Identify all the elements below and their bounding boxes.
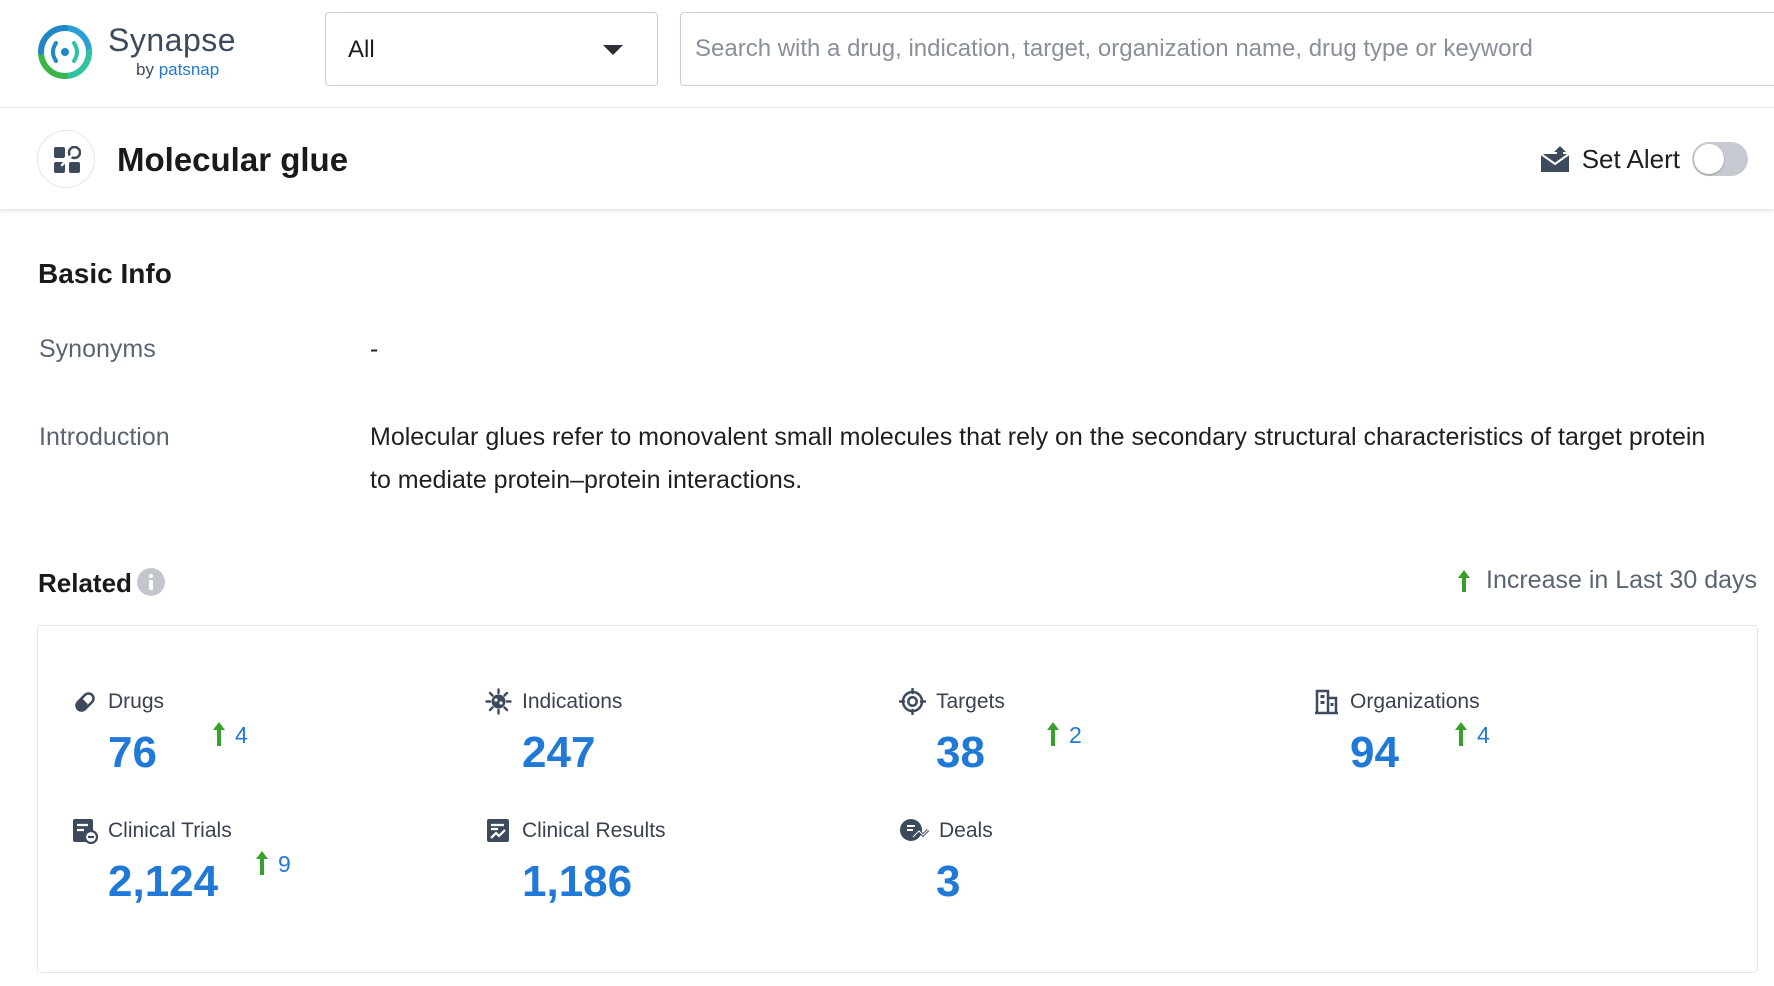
basic-info-heading: Basic Info <box>38 258 172 290</box>
info-icon[interactable] <box>137 568 165 596</box>
synapse-logo-icon <box>36 23 94 81</box>
stat-clinical-trials-increase: 9 <box>254 849 291 878</box>
arrow-up-icon <box>211 720 227 748</box>
brand-by-company: patsnap <box>159 60 220 79</box>
stat-targets-value: 38 <box>936 728 985 778</box>
stat-drugs-increase: 4 <box>211 720 248 749</box>
building-icon <box>1313 688 1340 715</box>
clinical-trial-icon <box>71 817 98 844</box>
clinical-results-icon <box>485 817 512 844</box>
caret-down-icon <box>603 45 623 55</box>
stat-indications[interactable]: Indications 247 <box>485 688 865 798</box>
stat-drugs-value: 76 <box>108 728 157 778</box>
search-category-value: All <box>348 36 375 64</box>
top-bar: Synapse by patsnap All <box>0 0 1774 108</box>
alert-toggle-knob <box>1694 144 1724 174</box>
alert-toggle[interactable] <box>1692 142 1748 176</box>
stat-clinical-trials[interactable]: Clinical Trials 2,124 9 <box>71 817 451 927</box>
stat-targets[interactable]: Targets 38 2 <box>899 688 1279 798</box>
pill-icon <box>71 688 98 715</box>
increase-legend-text: Increase in Last 30 days <box>1486 566 1757 595</box>
entity-header: Molecular glue Set Alert <box>0 108 1774 210</box>
introduction-value: Molecular glues refer to monovalent smal… <box>370 416 1710 502</box>
virus-icon <box>485 688 512 715</box>
increase-legend: Increase in Last 30 days <box>1456 566 1757 595</box>
stat-drugs-header: Drugs <box>71 688 164 715</box>
synapse-logo[interactable]: Synapse by patsnap <box>36 20 246 84</box>
page-title: Molecular glue <box>117 141 348 179</box>
brand-name: Synapse <box>108 22 236 59</box>
stat-clinical-results-label: Clinical Results <box>522 819 666 843</box>
stat-organizations-header: Organizations <box>1313 688 1480 715</box>
stat-clinical-results[interactable]: Clinical Results 1,186 <box>485 817 865 927</box>
stat-clinical-results-header: Clinical Results <box>485 817 666 844</box>
stat-deals-value: 3 <box>936 857 960 907</box>
stat-deals-label: Deals <box>939 819 993 843</box>
stat-drugs[interactable]: Drugs 76 4 <box>71 688 451 798</box>
arrow-up-icon <box>254 849 270 877</box>
target-icon <box>899 688 926 715</box>
deals-icon <box>899 817 929 844</box>
stat-targets-increase-value: 2 <box>1069 722 1082 749</box>
brand-byline: by patsnap <box>136 60 219 80</box>
stat-organizations-increase-value: 4 <box>1477 722 1490 749</box>
stat-targets-header: Targets <box>899 688 1005 715</box>
stat-drugs-label: Drugs <box>108 690 164 714</box>
stat-indications-header: Indications <box>485 688 622 715</box>
alert-mail-icon <box>1540 145 1570 173</box>
brand-by-text: by <box>136 60 154 79</box>
set-alert-control[interactable]: Set Alert <box>1540 141 1748 177</box>
arrow-up-icon <box>1456 568 1472 594</box>
synonyms-value: - <box>370 328 1710 371</box>
stat-clinical-trials-label: Clinical Trials <box>108 819 232 843</box>
stat-clinical-trials-value: 2,124 <box>108 857 218 907</box>
search-input[interactable] <box>680 12 1774 86</box>
stat-deals[interactable]: Deals 3 <box>899 817 1279 927</box>
search-category-select[interactable]: All <box>325 12 658 86</box>
stat-targets-increase: 2 <box>1045 720 1082 749</box>
stat-indications-label: Indications <box>522 690 622 714</box>
stat-indications-value: 247 <box>522 728 595 778</box>
entity-icon <box>37 130 95 188</box>
related-stats-card: Drugs 76 4 Indications 247 <box>37 625 1758 973</box>
stat-organizations-value: 94 <box>1350 728 1399 778</box>
stat-organizations[interactable]: Organizations 94 4 <box>1313 688 1693 798</box>
related-heading: Related <box>38 568 132 599</box>
arrow-up-icon <box>1453 720 1469 748</box>
stat-clinical-trials-increase-value: 9 <box>278 851 291 878</box>
set-alert-label: Set Alert <box>1582 144 1680 175</box>
stat-organizations-increase: 4 <box>1453 720 1490 749</box>
stat-clinical-results-value: 1,186 <box>522 857 632 907</box>
stat-organizations-label: Organizations <box>1350 690 1480 714</box>
arrow-up-icon <box>1045 720 1061 748</box>
stat-clinical-trials-header: Clinical Trials <box>71 817 232 844</box>
stat-targets-label: Targets <box>936 690 1005 714</box>
introduction-label: Introduction <box>39 423 170 452</box>
stat-deals-header: Deals <box>899 817 993 844</box>
stat-drugs-increase-value: 4 <box>235 722 248 749</box>
synonyms-label: Synonyms <box>39 335 156 364</box>
molecular-glue-icon <box>53 146 81 174</box>
